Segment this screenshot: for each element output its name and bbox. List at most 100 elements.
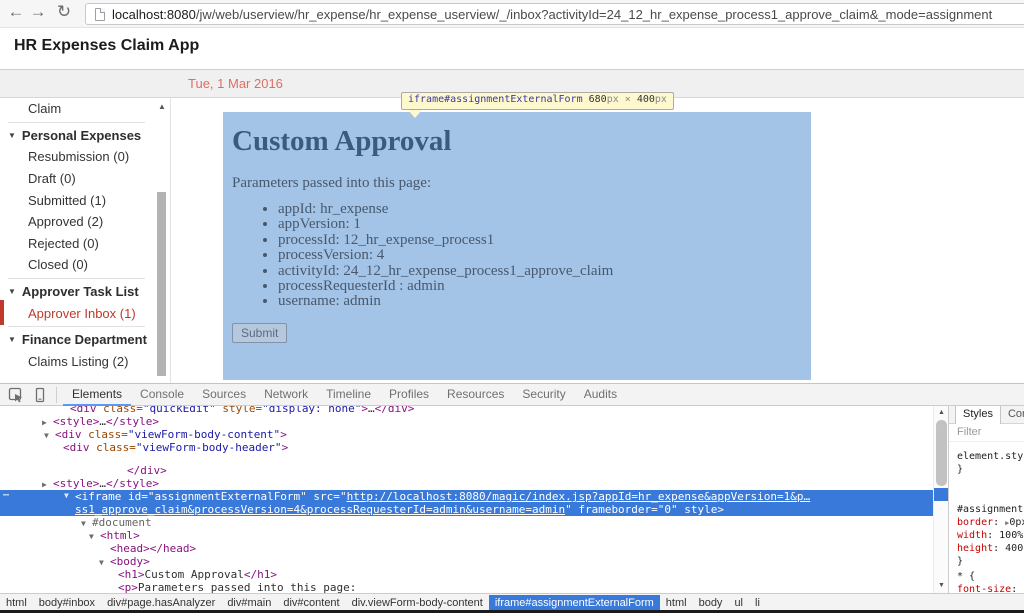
parameter-item: appVersion: 1 — [278, 217, 802, 232]
sidebar-section-finance-department[interactable]: ▼Finance Department — [0, 329, 155, 351]
tab-audits[interactable]: Audits — [575, 384, 626, 406]
inspect-element-icon[interactable] — [8, 387, 24, 403]
breadcrumb-div-main[interactable]: div#main — [221, 595, 277, 611]
address-bar[interactable]: localhost:8080/jw/web/userview/hr_expens… — [85, 3, 1024, 25]
refresh-icon[interactable]: ↻ — [54, 2, 74, 22]
syntax-text: … — [368, 406, 375, 415]
breadcrumb-div-viewform-body-content[interactable]: div.viewForm-body-content — [346, 595, 489, 611]
tab-elements[interactable]: Elements — [63, 384, 131, 406]
row-actions-icon[interactable]: ⋯ — [3, 490, 9, 501]
tree-row[interactable]: <div class="quickEdit" style="display: n… — [0, 406, 933, 415]
device-toolbar-icon[interactable] — [32, 387, 48, 403]
syntax-tag: > — [282, 441, 289, 454]
tree-row[interactable]: ▶<style>…</style> — [0, 477, 933, 490]
breadcrumb-div-page-hasanalyzer[interactable]: div#page.hasAnalyzer — [101, 595, 221, 611]
sidebar-item-claims-listing-2[interactable]: Claims Listing (2) — [0, 351, 155, 373]
sidebar-section-personal-expenses[interactable]: ▼Personal Expenses — [0, 125, 155, 147]
tab-computed[interactable]: Computed — [1001, 406, 1024, 424]
syntax-tag: > — [280, 428, 287, 441]
current-date: Tue, 1 Mar 2016 — [188, 76, 283, 91]
iframe-src-link[interactable]: http://localhost:8080/magic/index.jsp?ap… — [347, 490, 811, 503]
tree-row[interactable]: <p>Parameters passed into this page: — [0, 581, 933, 593]
tree-row[interactable]: </div> — [0, 464, 933, 477]
tab-security[interactable]: Security — [513, 384, 574, 406]
tree-row[interactable]: ▼<html> — [0, 529, 933, 542]
syntax-tag: > — [717, 503, 724, 516]
styles-filter-input[interactable]: Filter — [949, 424, 1024, 442]
css-rule-line[interactable]: width: 100%; — [957, 529, 1024, 542]
sidebar-menu: Claim ▼Personal ExpensesResubmission (0)D… — [0, 98, 170, 383]
breadcrumb-body[interactable]: body — [693, 595, 729, 611]
tree-row[interactable]: ▼#document — [0, 516, 933, 529]
css-text: : — [1011, 584, 1017, 593]
inspected-iframe-highlight: Custom Approval Parameters passed into t… — [223, 112, 811, 380]
browser-toolbar: ← → ↻ localhost:8080/jw/web/userview/hr_… — [0, 0, 1024, 28]
tab-console[interactable]: Console — [131, 384, 193, 406]
css-text: element.style { — [957, 451, 1024, 462]
syntax-attr: class= — [82, 428, 128, 441]
breadcrumb-ul[interactable]: ul — [728, 595, 749, 611]
tab-resources[interactable]: Resources — [438, 384, 513, 406]
sidebar-item-rejected-0[interactable]: Rejected (0) — [0, 233, 155, 255]
css-rule-line[interactable]: } — [957, 463, 1024, 476]
sidebar-section-approver-task-list[interactable]: ▼Approver Task List — [0, 281, 155, 303]
css-rule-line[interactable]: font-size: — [957, 583, 1024, 593]
tree-row[interactable]: ▼<body> — [0, 555, 933, 568]
sidebar-item-approver-inbox-1[interactable]: Approver Inbox (1) — [0, 302, 155, 324]
iframe-src-link[interactable]: ss1_approve_claim&processVersion=4&proce… — [75, 503, 565, 516]
sidebar-item-draft-0[interactable]: Draft (0) — [0, 168, 155, 190]
expand-arrow-icon[interactable]: ▼ — [64, 491, 69, 500]
page-icon — [95, 8, 105, 21]
sidebar-item-resubmission-0[interactable]: Resubmission (0) — [0, 146, 155, 168]
tree-row[interactable]: ▶<style>…</style> — [0, 415, 933, 428]
css-rule-line[interactable]: #assignmentExternalForm { — [957, 503, 1024, 516]
sidebar-item-claim[interactable]: Claim — [0, 98, 155, 120]
elements-tree: <div class="quickEdit" style="display: n… — [0, 406, 933, 593]
forward-icon[interactable]: → — [28, 2, 48, 22]
sidebar-item-closed-0[interactable]: Closed (0) — [0, 254, 155, 276]
breadcrumb-div-content[interactable]: div#content — [277, 595, 345, 611]
breadcrumb-html[interactable]: html — [0, 595, 33, 611]
tab-timeline[interactable]: Timeline — [317, 384, 380, 406]
submit-button[interactable]: Submit — [232, 323, 287, 343]
css-rules: element.style {} #assignmentExternalForm … — [957, 442, 1024, 593]
tab-profiles[interactable]: Profiles — [380, 384, 438, 406]
main-panel: iframe#assignmentExternalForm 680px × 40… — [171, 98, 1024, 383]
scroll-up-icon[interactable]: ▲ — [934, 407, 949, 419]
css-rule-line[interactable]: border: ▶0px — [957, 516, 1024, 529]
sidebar-item-approved-2[interactable]: Approved (2) — [0, 211, 155, 233]
toolbar-separator — [56, 387, 57, 403]
css-rule-line[interactable]: * { — [957, 570, 1024, 583]
back-icon[interactable]: ← — [6, 2, 26, 22]
sidebar-scrollbar-thumb[interactable] — [157, 192, 166, 376]
app-title: HR Expenses Claim App — [14, 37, 199, 55]
tree-row-line: <iframe id="assignmentExternalForm" src=… — [0, 490, 933, 503]
sidebar-section-label: Approver Task List — [22, 284, 139, 299]
breadcrumb-body-inbox[interactable]: body#inbox — [33, 595, 101, 611]
tab-sources[interactable]: Sources — [193, 384, 255, 406]
scroll-down-icon[interactable]: ▼ — [934, 580, 949, 592]
breadcrumb-html[interactable]: html — [660, 595, 693, 611]
breadcrumb-li[interactable]: li — [749, 595, 766, 611]
tooltip-unit-h: px — [655, 94, 667, 105]
elements-scrollbar-thumb[interactable] — [936, 420, 947, 486]
syntax-doc: #document — [92, 516, 152, 529]
tree-row[interactable]: ▼<div class="viewForm-body-content"> — [0, 428, 933, 441]
tree-row[interactable]: <head></head> — [0, 542, 933, 555]
syntax-tag: <html> — [100, 529, 140, 542]
tree-row[interactable]: <div class="viewForm-body-header"> — [0, 441, 933, 454]
iframe-content: Custom Approval Parameters passed into t… — [223, 112, 811, 351]
sidebar-item-submitted-1[interactable]: Submitted (1) — [0, 189, 155, 211]
css-rule-line[interactable]: } — [957, 555, 1024, 568]
devtools-toolbar: ElementsConsoleSourcesNetworkTimelinePro… — [0, 384, 1024, 406]
css-rule-line[interactable]: element.style { — [957, 450, 1024, 463]
tree-row[interactable]: <h1>Custom Approval</h1> — [0, 568, 933, 581]
css-rule-line[interactable]: height: 400px; — [957, 542, 1024, 555]
tab-styles[interactable]: Styles — [955, 406, 1001, 424]
syntax-tag: </style> — [106, 415, 159, 428]
tree-row-iframe-selected[interactable]: ⋯ ▼<iframe id="assignmentExternalForm" sr… — [0, 490, 933, 516]
tab-network[interactable]: Network — [255, 384, 317, 406]
sidebar-scroll-up-icon[interactable]: ▲ — [156, 101, 168, 113]
tooltip-width: 680 — [589, 94, 607, 105]
breadcrumb-iframe-assignmentexternalform[interactable]: iframe#assignmentExternalForm — [489, 595, 660, 611]
